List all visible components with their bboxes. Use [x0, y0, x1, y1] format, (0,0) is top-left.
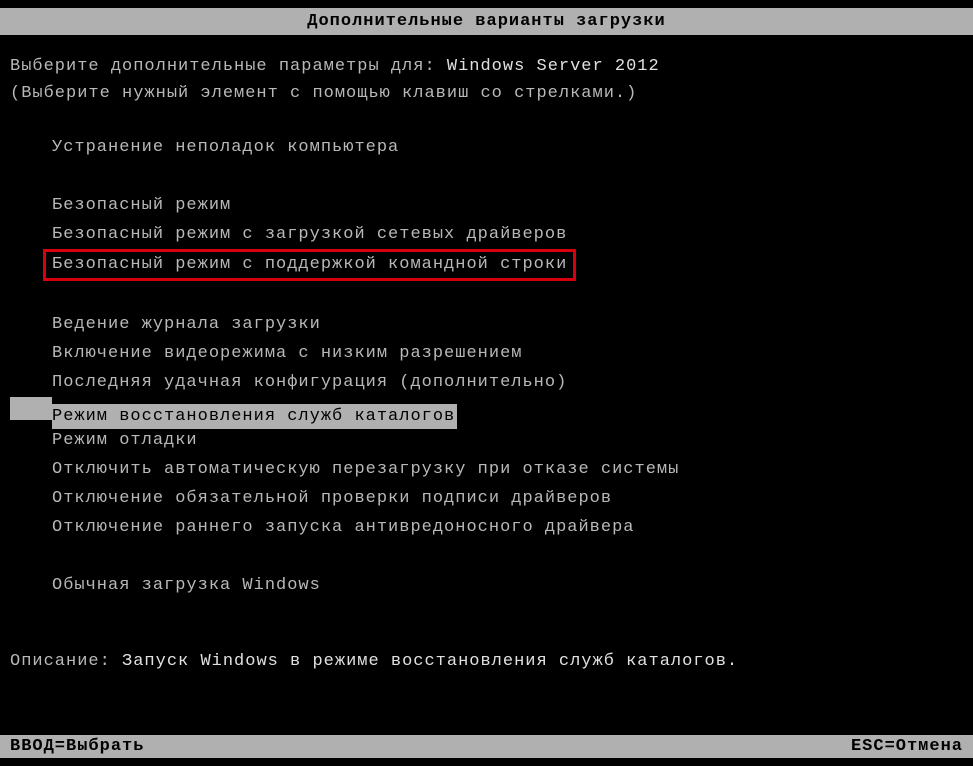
os-name: Windows Server 2012: [447, 57, 660, 76]
prompt-line: Выберите дополнительные параметры для: W…: [10, 57, 963, 76]
menu-item-disable-driver-sig[interactable]: Отключение обязательной проверки подписи…: [52, 484, 963, 513]
description-row: Описание: Запуск Windows в режиме восста…: [0, 652, 973, 671]
description-text: Запуск Windows в режиме восстановления с…: [122, 652, 738, 671]
menu-item-ds-restore[interactable]: Режим восстановления служб каталогов: [52, 397, 963, 426]
prompt-prefix: Выберите дополнительные параметры для:: [10, 57, 436, 76]
menu-item-safe-mode[interactable]: Безопасный режим: [52, 191, 963, 220]
menu-spacer: [52, 162, 963, 191]
description-label: Описание:: [10, 652, 111, 671]
menu-item-safe-mode-cmd[interactable]: Безопасный режим с поддержкой командной …: [43, 249, 576, 281]
menu-item-disable-auto-restart[interactable]: Отключить автоматическую перезагрузку пр…: [52, 455, 963, 484]
content-area: Выберите дополнительные параметры для: W…: [0, 35, 973, 622]
menu-item-disable-elam[interactable]: Отключение раннего запуска антивредоносн…: [52, 513, 963, 542]
menu-spacer: [52, 542, 963, 571]
menu-item-repair[interactable]: Устранение неполадок компьютера: [52, 133, 963, 162]
menu-item-normal-boot[interactable]: Обычная загрузка Windows: [52, 571, 963, 600]
menu-item-safe-mode-net[interactable]: Безопасный режим с загрузкой сетевых дра…: [52, 220, 963, 249]
footer-esc: ESC=Отмена: [851, 737, 963, 756]
footer-enter: ВВОД=Выбрать: [10, 737, 144, 756]
menu-item-boot-log[interactable]: Ведение журнала загрузки: [52, 310, 963, 339]
title-bar: Дополнительные варианты загрузки: [0, 8, 973, 35]
menu-item-last-known-good[interactable]: Последняя удачная конфигурация (дополнит…: [52, 368, 963, 397]
menu-spacer: [52, 281, 963, 310]
footer-bar: ВВОД=Выбрать ESC=Отмена: [0, 735, 973, 758]
instruction-line: (Выберите нужный элемент с помощью клави…: [10, 84, 963, 103]
menu-item-low-res[interactable]: Включение видеорежима с низким разрешени…: [52, 339, 963, 368]
title-text: Дополнительные варианты загрузки: [307, 12, 665, 31]
menu-item-debug[interactable]: Режим отладки: [52, 426, 963, 455]
boot-menu[interactable]: Устранение неполадок компьютера Безопасн…: [10, 133, 963, 600]
